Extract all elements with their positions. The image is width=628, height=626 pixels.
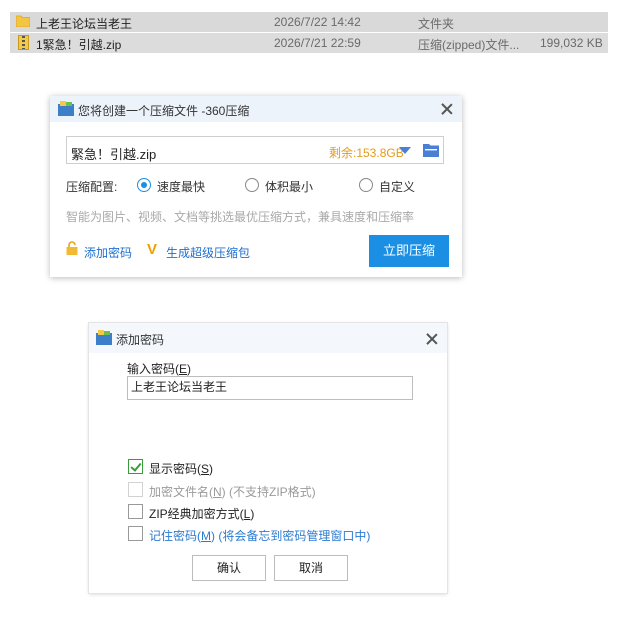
360-zip-app-icon [96,330,112,345]
password-dialog-titlebar[interactable]: 添加密码 [89,323,447,353]
file-type: 压缩(zipped)文件... [418,38,520,52]
zip-classic-encryption-checkbox[interactable] [128,504,143,519]
compress-now-button[interactable]: 立即压缩 [369,235,449,267]
archive-filename: 緊急！引越.zip [71,147,157,162]
360-zip-app-icon [58,101,74,116]
file-row-zip[interactable]: 1緊急！引越.zip 2026/7/21 22:59 压缩(zipped)文件.… [10,33,608,53]
radio-custom[interactable] [359,178,373,192]
compress-hint: 智能为图片、视频、文档等挑选最优压缩方式，兼具速度和压缩率 [66,210,415,224]
radio-smallest[interactable] [245,178,259,192]
file-date: 2026/7/21 22:59 [274,36,361,50]
compress-dialog-title: 您将创建一个压缩文件 -360压缩 [78,104,250,118]
cancel-button[interactable]: 取消 [274,555,348,581]
encrypt-filenames-label: 加密文件名(N) (不支持ZIP格式) [149,485,316,499]
remember-password-checkbox[interactable] [128,526,143,541]
file-date: 2026/7/22 14:42 [274,15,361,29]
zip-classic-encryption-label[interactable]: ZIP经典加密方式(L) [149,505,254,522]
option-custom-label[interactable]: 自定义 [379,178,415,195]
compress-dialog-titlebar[interactable]: 您将创建一个压缩文件 -360压缩 [50,96,462,122]
super-pack-link[interactable]: 生成超级压缩包 [166,244,250,261]
browse-folder-icon[interactable] [423,143,439,157]
lock-icon [66,241,78,255]
file-row-folder[interactable]: 上老王论坛当老王 2026/7/22 14:42 文件夹 [10,12,608,32]
chevron-down-icon[interactable] [399,147,411,154]
password-dialog-title: 添加密码 [116,333,165,347]
radio-fastest[interactable] [137,178,151,192]
file-type: 文件夹 [418,17,455,31]
option-smallest-label[interactable]: 体积最小 [265,178,313,195]
show-password-checkbox[interactable] [128,459,143,474]
option-fastest-label[interactable]: 速度最快 [157,178,205,195]
zip-file-icon [18,35,29,50]
file-name: 1緊急！引越.zip [36,38,122,52]
add-password-dialog: 添加密码 输入密码(E) 上老王论坛当老王 显示密码(S) 加密文件名(N) (… [89,323,447,593]
password-input[interactable]: 上老王论坛当老王 [127,376,413,400]
remaining-space: 剩余:153.8GB [329,146,404,160]
close-icon[interactable] [425,332,439,346]
confirm-button[interactable]: 确认 [192,555,266,581]
add-password-link[interactable]: 添加密码 [84,244,132,261]
encrypt-filenames-checkbox[interactable] [128,482,143,497]
compress-config-label: 压缩配置: [66,180,118,194]
compress-dialog: 您将创建一个压缩文件 -360压缩 緊急！引越.zip 剩余:153.8GB 压… [50,96,462,277]
folder-icon [16,15,30,27]
show-password-label[interactable]: 显示密码(S) [149,460,213,477]
remember-password-label[interactable]: 记住密码(M) (将会备忘到密码管理窗口中) [149,527,370,544]
close-icon[interactable] [440,102,454,116]
vip-v-icon: V [147,241,158,258]
file-size: 199,032 KB [540,36,603,50]
archive-filename-field[interactable]: 緊急！引越.zip 剩余:153.8GB [66,136,444,164]
file-name: 上老王论坛当老王 [36,17,133,31]
password-input-label: 输入密码(E) [127,362,192,376]
